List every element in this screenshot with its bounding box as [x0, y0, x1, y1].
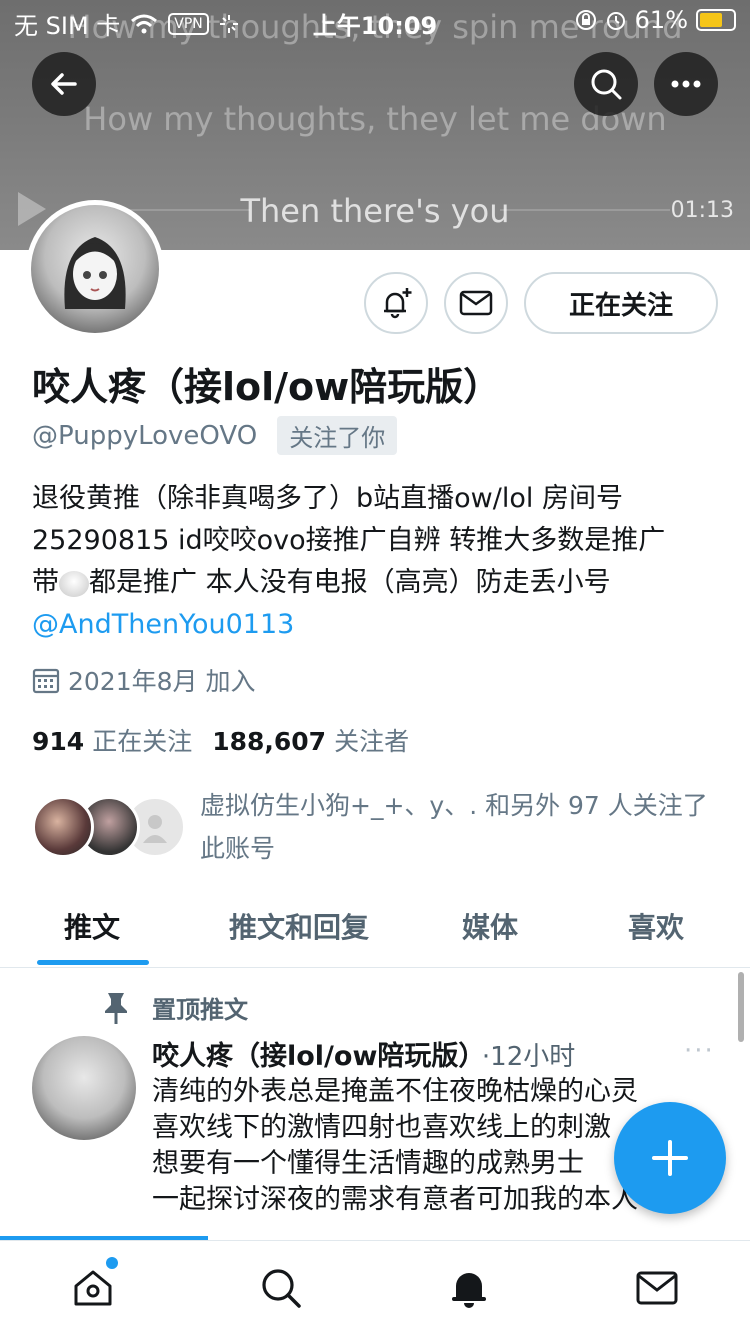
bio-line: 带都是推广 本人没有电报（高亮）防走丢小号 [32, 567, 611, 598]
nav-search[interactable] [258, 1265, 304, 1311]
joined-text: 2021年8月 加入 [68, 667, 256, 696]
profile-handle: @PuppyLoveOVO [32, 420, 258, 451]
followers-stat[interactable]: 188,607 关注者 [212, 722, 409, 758]
search-icon [591, 69, 622, 100]
profile-tabs: 推文 推文和回复 媒体 喜欢 [0, 890, 750, 968]
battery-icon [696, 9, 736, 31]
tweet-author-name[interactable]: 咬人疼（接lol/ow陪玩版） [152, 1041, 472, 1072]
active-tab-indicator [37, 960, 149, 965]
arrow-left-icon [51, 73, 77, 95]
lyric-time: 01:13 [670, 198, 734, 223]
nav-notifications[interactable] [446, 1265, 492, 1311]
mail-icon [636, 1271, 678, 1305]
bell-plus-icon [384, 288, 412, 319]
more-button[interactable] [654, 52, 718, 116]
joined-date: 2021年8月 加入 [32, 662, 255, 698]
search-button[interactable] [574, 52, 638, 116]
following-button[interactable]: 正在关注 [524, 272, 718, 334]
calendar-icon [32, 668, 60, 694]
home-notification-dot [106, 1257, 118, 1269]
compose-button[interactable] [614, 1102, 726, 1214]
nav-home[interactable] [70, 1265, 116, 1311]
following-stat[interactable]: 914 正在关注 [32, 722, 192, 758]
bio-line: 25290815 id咬咬ovo接推广自辨 转推大多数是推广 [32, 525, 666, 556]
pin-icon [105, 992, 127, 1024]
nav-messages[interactable] [634, 1265, 680, 1311]
home-icon [74, 1270, 112, 1306]
lyric-line: How my thoughts, they let me down [83, 100, 667, 138]
bell-icon [452, 1273, 486, 1308]
known-followers[interactable]: 虚拟仿生小狗+_+、y、. 和另外 97 人关注了此账号 [32, 784, 722, 864]
tweet-line: 清纯的外表总是掩盖不住夜晚枯燥的心灵 [152, 1076, 638, 1107]
message-button[interactable] [444, 272, 508, 334]
mail-icon [459, 290, 493, 316]
bio-mention-link[interactable]: @AndThenYou0113 [32, 604, 722, 646]
avatar-illustration [64, 237, 126, 309]
pinned-text: 置顶推文 [152, 996, 248, 1024]
profile-bio: 退役黄推（除非真喝多了）b站直播ow/lol 房间号 25290815 id咬咬… [32, 478, 722, 646]
battery-percent: 61% [634, 6, 688, 34]
tweet-author-avatar[interactable] [32, 1036, 136, 1140]
follows-you-badge: 关注了你 [277, 416, 398, 455]
tweet-time: ·12小时 [481, 1042, 576, 1072]
status-bar: 无 SIM 卡 VPN 上午10:09 61% [0, 0, 750, 40]
tweet-more-icon[interactable]: ··· [684, 1036, 715, 1066]
profile-name: 咬人疼（接lol/ow陪玩版） [32, 365, 502, 409]
tab-media[interactable]: 媒体 [462, 906, 518, 946]
default-avatar-icon [143, 815, 167, 843]
plus-icon [652, 1140, 688, 1176]
pinned-label: 置顶推文 [100, 990, 248, 1025]
tab-tweets-replies[interactable]: 推文和回复 [229, 906, 369, 946]
tweet-header: 咬人疼（接lol/ow陪玩版） ·12小时 [152, 1034, 575, 1073]
bottom-navigation [0, 1240, 750, 1334]
rotation-lock-icon [575, 10, 596, 30]
scrollbar[interactable] [738, 972, 744, 1042]
notify-button[interactable] [364, 272, 428, 334]
profile-avatar[interactable] [26, 200, 164, 338]
follower-avatar [32, 796, 94, 858]
handle-row: @PuppyLoveOVO 关注了你 [32, 416, 398, 455]
follow-stats: 914 正在关注 188,607 关注者 [32, 722, 409, 758]
search-icon [262, 1269, 301, 1308]
tab-likes[interactable]: 喜欢 [628, 906, 684, 946]
tab-tweets[interactable]: 推文 [64, 906, 120, 946]
bio-line: 退役黄推（除非真喝多了）b站直播ow/lol 房间号 [32, 483, 623, 514]
back-button[interactable] [32, 52, 96, 116]
rice-bowl-emoji-icon [59, 570, 89, 597]
known-followers-text: 虚拟仿生小狗+_+、y、. 和另外 97 人关注了此账号 [200, 791, 708, 863]
more-horizontal-icon [671, 80, 701, 88]
alarm-icon [606, 12, 625, 30]
